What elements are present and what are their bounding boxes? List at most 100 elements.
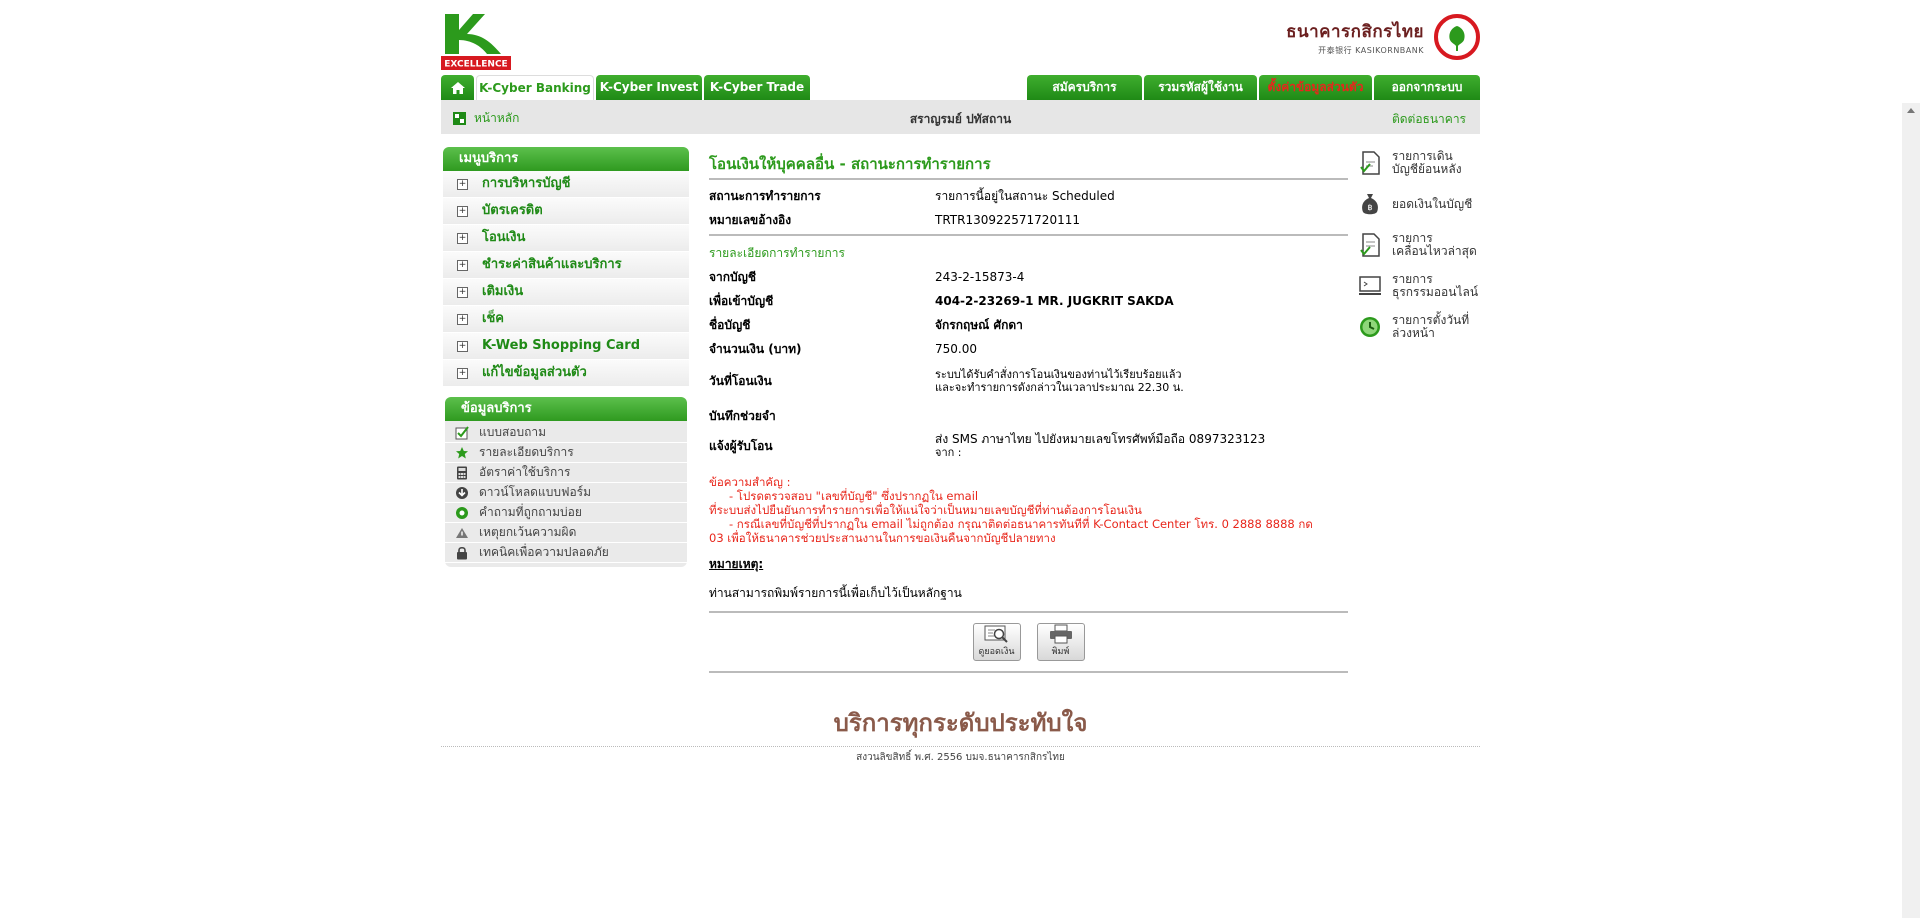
menu-item-bill-payment[interactable]: + ชำระค่าสินค้าและบริการ	[443, 252, 689, 279]
menu-item-cheque[interactable]: + เช็ค	[443, 306, 689, 333]
printer-icon	[1049, 624, 1072, 644]
download-icon	[455, 486, 469, 500]
info-item-faq[interactable]: คำถามที่ถูกถามบ่อย	[445, 503, 687, 523]
copyright: สงวนลิขสิทธิ์ พ.ศ. 2556 บมจ.ธนาคารกสิกรไ…	[856, 752, 1065, 763]
notice-line: ที่ระบบส่งไปยืนยันการทำรายการเพื่อให้แน่…	[709, 503, 1142, 517]
expand-icon: +	[457, 313, 468, 325]
footer-slogan: บริการทุกระดับประทับใจ	[833, 708, 1088, 737]
menu-item-label: เติมเงิน	[482, 284, 524, 299]
home-tab[interactable]	[441, 75, 474, 100]
to-account-row: เพื่อเข้าบัญชี 404-2-23269-1 MR. JUGKRIT…	[709, 289, 1348, 313]
notice-line: - โปรดตรวจสอบ "เลขที่บัญชี" ซึ่งปรากฏใน …	[729, 489, 979, 503]
from-account-row: จากบัญชี 243-2-15873-4	[709, 265, 1348, 289]
tab-logout[interactable]: ออกจากระบบ	[1374, 75, 1480, 100]
page-title: โอนเงินให้บุคคลอื่น - สถานะการทำรายการ	[709, 155, 991, 173]
bank-name-thai: ธนาคารกสิกรไทย	[1286, 22, 1424, 42]
tab-k-cyber-trade[interactable]: K-Cyber Trade	[704, 75, 810, 100]
tab-personal-settings[interactable]: ตั้งค่าข้อมูลส่วนตัว	[1259, 75, 1372, 100]
notice-line: ข้อความสำคัญ :	[709, 475, 791, 489]
k-excellence-logo[interactable]: EXCELLENCE	[441, 12, 511, 70]
calculator-icon	[455, 466, 469, 480]
main-content: โอนเงินให้บุคคลอื่น - สถานะการทำรายการ ส…	[709, 150, 1348, 673]
notify-value: ส่ง SMS ภาษาไทย ไปยังหมายเลขโทรศัพท์มือถ…	[935, 432, 1348, 460]
print-button[interactable]: พิมพ์	[1036, 623, 1085, 661]
from-account-label: จากบัญชี	[709, 269, 757, 284]
service-info-header: ข้อมูลบริการ	[445, 397, 687, 421]
expand-icon: +	[457, 232, 468, 244]
scroll-up-arrow-icon[interactable]	[1907, 108, 1915, 113]
service-menu-header: เมนูบริการ	[443, 147, 689, 171]
info-item-label: เทคนิคเพื่อความปลอดภัย	[479, 545, 609, 559]
view-balance-icon	[984, 625, 1008, 643]
account-name-value: จักรกฤษณ์ ศักดา	[935, 317, 1023, 332]
info-item-label: คำถามที่ถูกถามบ่อย	[479, 505, 582, 519]
home-icon	[450, 81, 465, 94]
service-info-box: ข้อมูลบริการ แบบสอบถาม รายละเอียดบริการ …	[445, 397, 687, 567]
amount-row: จำนวนเงิน (บาท) 750.00	[709, 337, 1348, 361]
page: EXCELLENCE ธนาคารกสิกรไทย 开泰银行 KASIKORNB…	[441, 0, 1480, 918]
notice-line: 03 เพื่อให้ธนาคารช่วยประสานงานในการขอเงิ…	[709, 531, 1056, 545]
tab-k-cyber-invest[interactable]: K-Cyber Invest	[596, 75, 702, 100]
menu-item-account-management[interactable]: + การบริหารบัญชี	[443, 171, 689, 198]
money-bag-icon: ฿	[1362, 194, 1378, 215]
transfer-date-line: และจะทำรายการดังกล่าวในเวลาประมาณ 22.30 …	[935, 381, 1184, 394]
checkbox-icon	[455, 425, 469, 440]
statement-icon	[1360, 151, 1380, 175]
info-item-security-tips[interactable]: เทคนิคเพื่อความปลอดภัย	[445, 543, 687, 563]
expand-icon: +	[457, 178, 468, 190]
quick-link-recent-activity[interactable]: รายการ เคลื่อนไหวล่าสุด	[1358, 232, 1480, 258]
star-icon	[455, 446, 469, 460]
info-item-label: เหตุยกเว้นความผิด	[479, 525, 577, 539]
menu-item-label: การบริหารบัญชี	[482, 176, 571, 191]
menu-item-transfer[interactable]: + โอนเงิน	[443, 225, 689, 252]
info-item-disclaimer[interactable]: เหตุยกเว้นความผิด	[445, 523, 687, 543]
transfer-date-label: วันที่โอนเงิน	[709, 373, 772, 388]
quick-link-balance[interactable]: ฿ ยอดเงินในบัญชี	[1358, 191, 1480, 217]
svg-text:฿: ฿	[1367, 203, 1372, 212]
to-account-label: เพื่อเข้าบัญชี	[709, 293, 774, 308]
quick-link-account-statement[interactable]: รายการเดิน บัญชีย้อนหลัง	[1358, 150, 1480, 176]
quick-link-label: ธุรกรรมออนไลน์	[1392, 285, 1479, 299]
info-item-fees[interactable]: อัตราค่าใช้บริการ	[445, 463, 687, 483]
svg-text:EXCELLENCE: EXCELLENCE	[444, 60, 507, 70]
service-menu: + การบริหารบัญชี + บัตรเครดิต + โอนเงิน + ชำ…	[443, 171, 689, 387]
notify-line: ส่ง SMS ภาษาไทย ไปยังหมายเลขโทรศัพท์มือถ…	[935, 432, 1266, 446]
divider	[709, 611, 1348, 613]
menu-item-k-web-shopping-card[interactable]: + K-Web Shopping Card	[443, 333, 689, 360]
quick-link-label: บัญชีย้อนหลัง	[1392, 162, 1462, 176]
info-item-label: ดาวน์โหลดแบบฟอร์ม	[479, 485, 592, 499]
reference-value: TRTR130922571720111	[935, 213, 1080, 227]
info-item-download-forms[interactable]: ดาวน์โหลดแบบฟอร์ม	[445, 483, 687, 503]
memo-row: บันทึกช่วยจำ	[709, 401, 1348, 431]
notify-line: จาก :	[935, 446, 962, 459]
amount-label: จำนวนเงิน (บาท)	[709, 341, 802, 356]
quick-link-online-transactions[interactable]: รายการ ธุรกรรมออนไลน์	[1358, 273, 1480, 299]
footer-divider	[441, 746, 1480, 747]
tab-combine-user-id[interactable]: รวมรหัสผู้ใช้งาน	[1144, 75, 1257, 100]
clock-icon	[1360, 317, 1380, 337]
divider	[709, 671, 1348, 673]
info-item-service-details[interactable]: รายละเอียดบริการ	[445, 443, 687, 463]
info-item-survey[interactable]: แบบสอบถาม	[445, 423, 687, 443]
kasikornbank-brand: ธนาคารกสิกรไทย 开泰银行 KASIKORNBANK	[1286, 12, 1480, 62]
menu-item-credit-card[interactable]: + บัตรเครดิต	[443, 198, 689, 225]
transfer-date-value: ระบบได้รับคำสั่งการโอนเงินของท่านไว้เรีย…	[935, 368, 1348, 394]
divider	[709, 234, 1348, 236]
from-account-value: 243-2-15873-4	[935, 270, 1025, 284]
menu-item-top-up[interactable]: + เติมเงิน	[443, 279, 689, 306]
bank-name-eng: 开泰银行 KASIKORNBANK	[1318, 46, 1424, 55]
quick-link-scheduled[interactable]: รายการตั้งวันที่ ล่วงหน้า	[1358, 314, 1480, 340]
notify-label: แจ้งผู้รับโอน	[709, 438, 773, 453]
tab-k-cyber-banking[interactable]: K-Cyber Banking	[476, 75, 594, 100]
print-label: พิมพ์	[1051, 647, 1070, 657]
faq-icon	[455, 506, 469, 520]
view-balance-button[interactable]: ดูยอดเงิน	[972, 623, 1021, 661]
contact-bank-link[interactable]: ติดต่อธนาคาร	[1392, 110, 1466, 129]
important-notice: ข้อความสำคัญ : - โปรดตรวจสอบ "เลขที่บัญช…	[709, 475, 1348, 545]
divider	[709, 178, 1348, 180]
vertical-scrollbar[interactable]	[1902, 103, 1920, 918]
user-name: สราญรมย์ ปทัสถาน	[909, 112, 1012, 126]
status-label: สถานะการทำรายการ	[709, 188, 821, 203]
tab-register-service[interactable]: สมัครบริการ	[1027, 75, 1142, 100]
menu-item-edit-profile[interactable]: + แก้ไขข้อมูลส่วนตัว	[443, 360, 689, 387]
